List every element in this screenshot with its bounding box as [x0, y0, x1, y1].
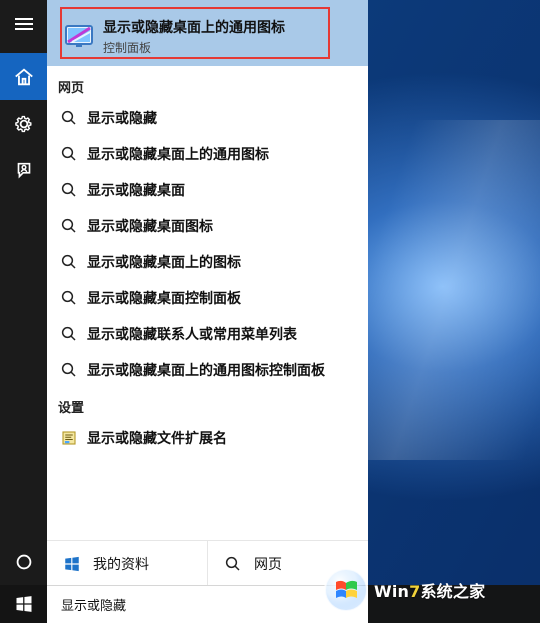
- watermark-text-suffix: 系统之家: [420, 582, 486, 601]
- watermark-text-prefix: Win: [374, 582, 410, 601]
- gear-icon: [14, 115, 32, 132]
- web-result-text: 显示或隐藏桌面上的通用图标控制面板: [87, 363, 325, 379]
- control-panel-icon: [65, 25, 93, 47]
- start-button[interactable]: [0, 585, 47, 623]
- watermark-logo-icon: [324, 568, 368, 612]
- web-label: 网页: [254, 556, 282, 573]
- web-result-text: 显示或隐藏桌面控制面板: [87, 291, 241, 307]
- web-result-row[interactable]: 显示或隐藏桌面上的图标: [47, 246, 368, 278]
- hamburger-button[interactable]: [0, 0, 47, 47]
- web-result-text: 显示或隐藏桌面上的图标: [87, 255, 241, 271]
- web-result-row[interactable]: 显示或隐藏桌面: [47, 174, 368, 206]
- search-icon: [222, 553, 244, 575]
- bottom-actions: 我的资料 网页: [47, 540, 368, 586]
- watermark: Win7系统之家: [322, 563, 532, 617]
- file-extension-icon: [57, 426, 81, 450]
- web-result-row[interactable]: 显示或隐藏: [47, 102, 368, 134]
- web-result-row[interactable]: 显示或隐藏桌面图标: [47, 210, 368, 242]
- search-icon: [57, 286, 81, 310]
- hamburger-icon: [14, 17, 33, 30]
- search-icon: [57, 322, 81, 346]
- watermark-text: Win7系统之家: [374, 578, 485, 602]
- search-icon: [57, 214, 81, 238]
- my-stuff-label: 我的资料: [93, 556, 149, 573]
- cortana-button[interactable]: [0, 538, 47, 585]
- search-input[interactable]: [59, 596, 343, 613]
- search-icon: [57, 106, 81, 130]
- top-result[interactable]: 显示或隐藏桌面上的通用图标 控制面板: [47, 0, 368, 66]
- home-icon: [14, 67, 33, 85]
- web-result-text: 显示或隐藏桌面上的通用图标: [87, 147, 269, 163]
- section-settings-title: 设置: [58, 401, 85, 416]
- top-result-subtitle: 控制面板: [103, 41, 152, 55]
- web-result-text: 显示或隐藏: [87, 111, 157, 127]
- windows-start-icon: [16, 596, 31, 612]
- search-icon: [57, 142, 81, 166]
- home-button[interactable]: [0, 53, 47, 100]
- start-left-rail: [0, 0, 47, 623]
- my-stuff-button[interactable]: 我的资料: [47, 541, 207, 586]
- watermark-text-digit: 7: [409, 582, 421, 601]
- section-web-title: 网页: [58, 81, 85, 96]
- top-result-title: 显示或隐藏桌面上的通用图标: [103, 20, 285, 36]
- circle-icon: [16, 554, 31, 569]
- web-result-text: 显示或隐藏联系人或常用菜单列表: [87, 327, 297, 343]
- windows-logo-icon: [61, 553, 83, 575]
- person-chat-icon: [17, 162, 30, 178]
- settings-result-row[interactable]: 显示或隐藏文件扩展名: [47, 422, 368, 454]
- web-result-text: 显示或隐藏桌面: [87, 183, 185, 199]
- web-result-row[interactable]: 显示或隐藏桌面上的通用图标: [47, 138, 368, 170]
- search-results-panel: 显示或隐藏桌面上的通用图标 控制面板 网页 显示或隐藏 显示或隐藏桌面上的通用图…: [47, 0, 368, 586]
- settings-result-text: 显示或隐藏文件扩展名: [87, 431, 227, 447]
- results-list: 网页 显示或隐藏 显示或隐藏桌面上的通用图标 显示或隐藏桌面 显示或隐藏桌面图标…: [47, 66, 368, 540]
- search-icon: [57, 250, 81, 274]
- settings-button[interactable]: [0, 100, 47, 147]
- web-result-text: 显示或隐藏桌面图标: [87, 219, 213, 235]
- web-result-row[interactable]: 显示或隐藏联系人或常用菜单列表: [47, 318, 368, 350]
- search-icon: [57, 358, 81, 382]
- web-result-row[interactable]: 显示或隐藏桌面控制面板: [47, 282, 368, 314]
- search-icon: [57, 178, 81, 202]
- search-bar: [47, 585, 368, 623]
- feedback-button[interactable]: [0, 147, 47, 194]
- web-result-row[interactable]: 显示或隐藏桌面上的通用图标控制面板: [47, 354, 368, 386]
